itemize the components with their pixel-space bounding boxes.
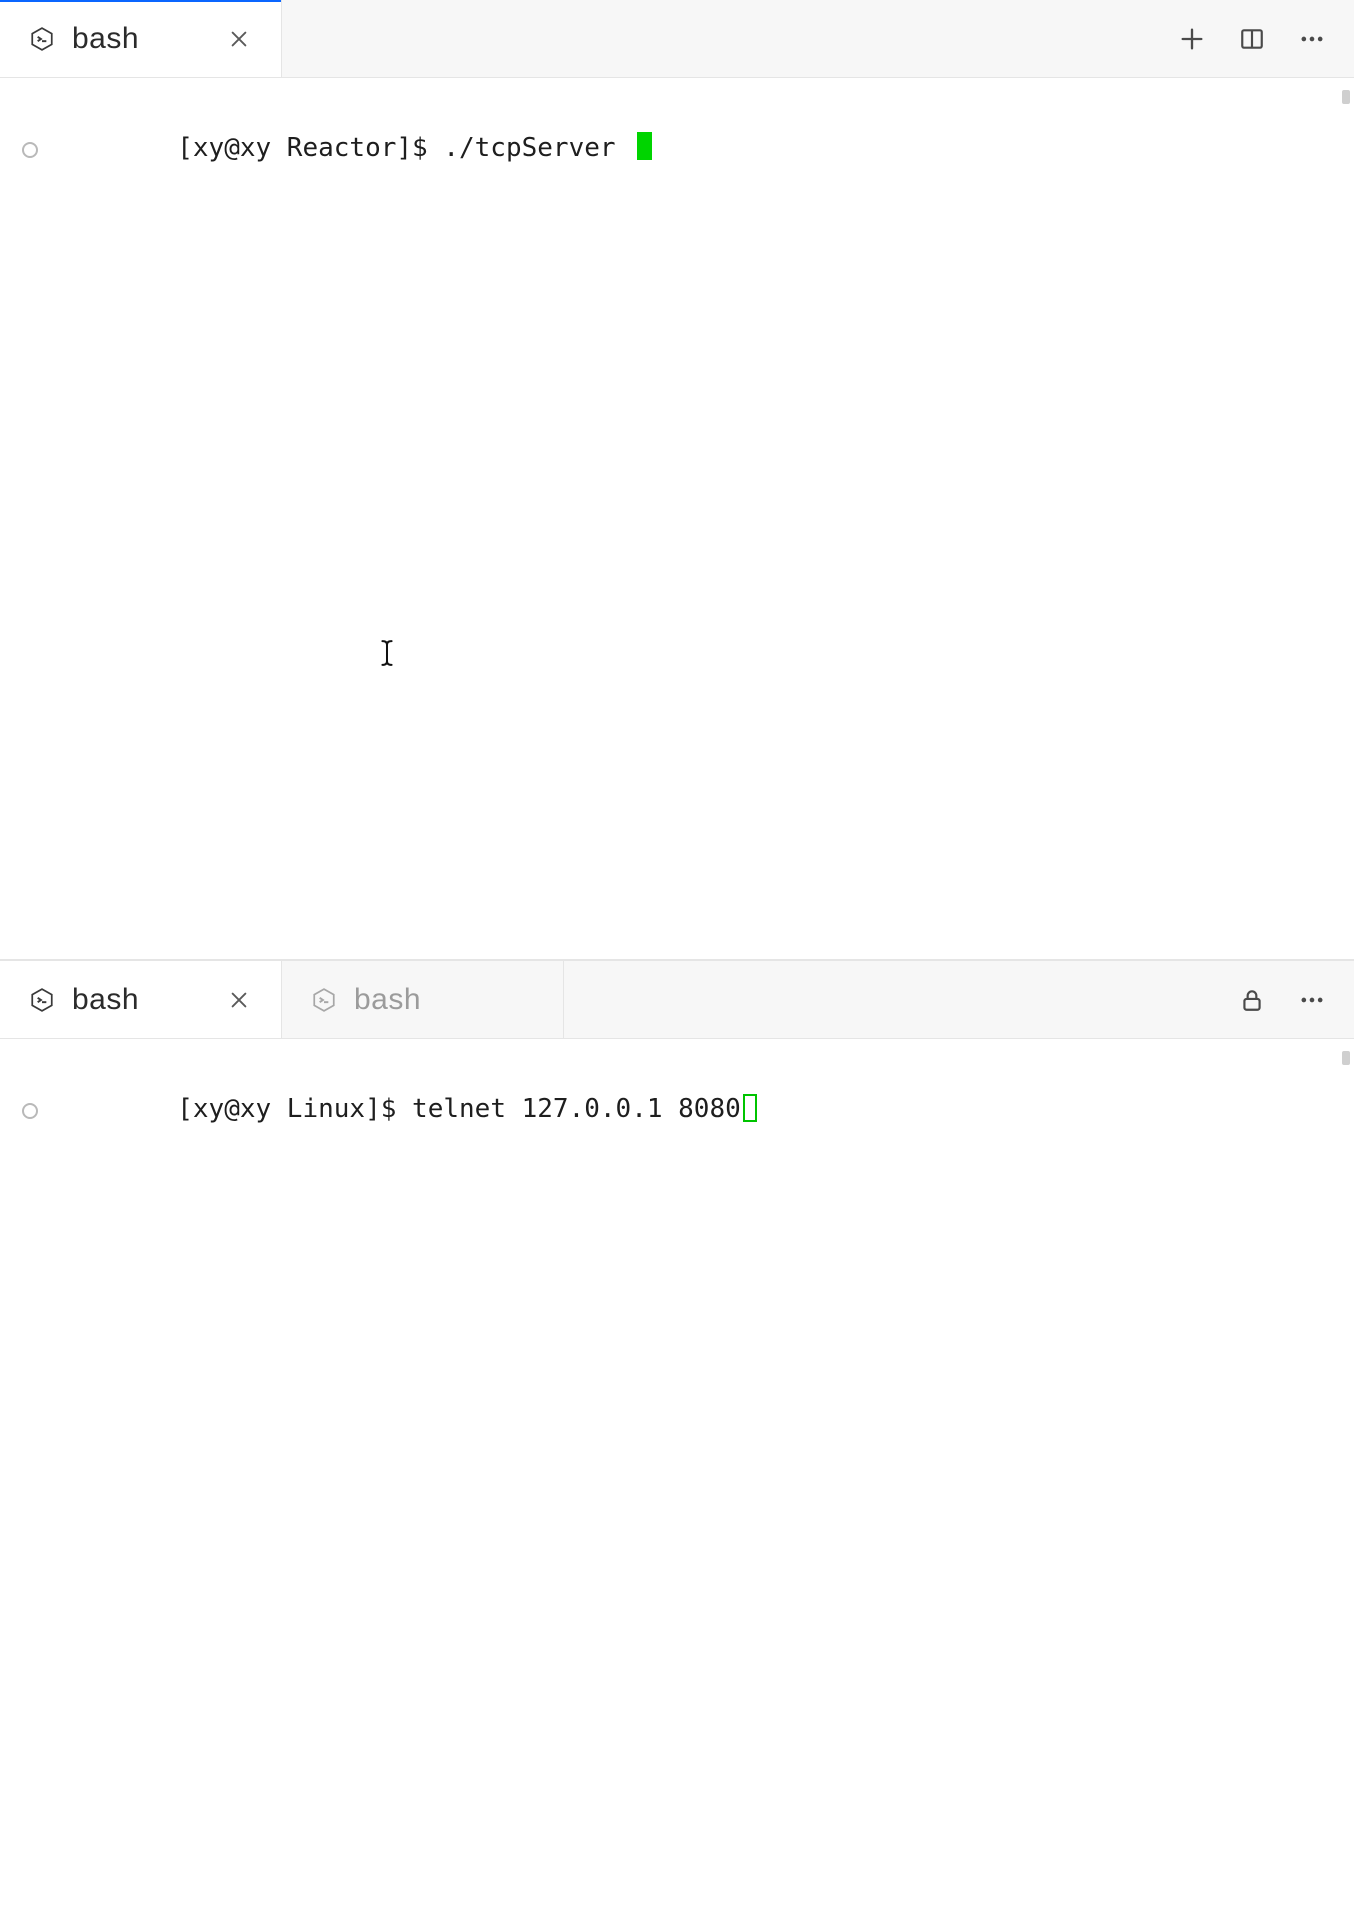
terminal-pane-top: bash: [0, 0, 1354, 960]
scrollbar-thumb[interactable]: [1342, 90, 1350, 104]
terminal-pane-bottom: bash bash: [0, 960, 1354, 1920]
toolbar-actions-top: [1150, 0, 1354, 77]
new-terminal-button[interactable]: [1166, 13, 1218, 65]
terminal-line: [xy@xy Reactor]$ ./tcpServer: [22, 96, 1332, 201]
tab-bash-top[interactable]: bash: [0, 0, 282, 77]
gutter-circle-icon: [22, 142, 38, 158]
command-text: telnet 127.0.0.1 8080: [412, 1094, 741, 1124]
text-cursor-icon: [376, 638, 398, 668]
command-text: ./tcpServer: [443, 133, 631, 163]
lock-icon[interactable]: [1226, 974, 1278, 1026]
close-icon[interactable]: [219, 19, 259, 59]
split-terminal-button[interactable]: [1226, 13, 1278, 65]
more-actions-button[interactable]: [1286, 13, 1338, 65]
more-actions-button[interactable]: [1286, 974, 1338, 1026]
tab-label: bash: [354, 983, 541, 1017]
terminal-line: [xy@xy Linux]$ telnet 127.0.0.1 8080: [22, 1057, 1332, 1162]
close-icon[interactable]: [219, 980, 259, 1020]
prompt-text: [xy@xy Linux]$: [177, 1094, 412, 1124]
tab-label: bash: [72, 983, 203, 1017]
terminal-icon: [28, 986, 56, 1014]
prompt-text: [xy@xy Reactor]$: [177, 133, 443, 163]
scrollbar-thumb[interactable]: [1342, 1051, 1350, 1065]
tab-bash-bottom-2[interactable]: bash: [282, 961, 564, 1038]
terminal-icon: [28, 25, 56, 53]
cursor-block-icon: [637, 132, 652, 160]
terminal-body-top[interactable]: [xy@xy Reactor]$ ./tcpServer: [0, 78, 1354, 959]
tab-label: bash: [72, 22, 203, 56]
terminal-body-bottom[interactable]: [xy@xy Linux]$ telnet 127.0.0.1 8080: [0, 1039, 1354, 1920]
cursor-outline-icon: [743, 1094, 757, 1122]
terminal-icon: [310, 986, 338, 1014]
tab-bar-top: bash: [0, 0, 1354, 78]
gutter-circle-icon: [22, 1103, 38, 1119]
tab-bash-bottom-1[interactable]: bash: [0, 961, 282, 1038]
toolbar-actions-bottom: [1210, 961, 1354, 1038]
tab-bar-bottom: bash bash: [0, 961, 1354, 1039]
